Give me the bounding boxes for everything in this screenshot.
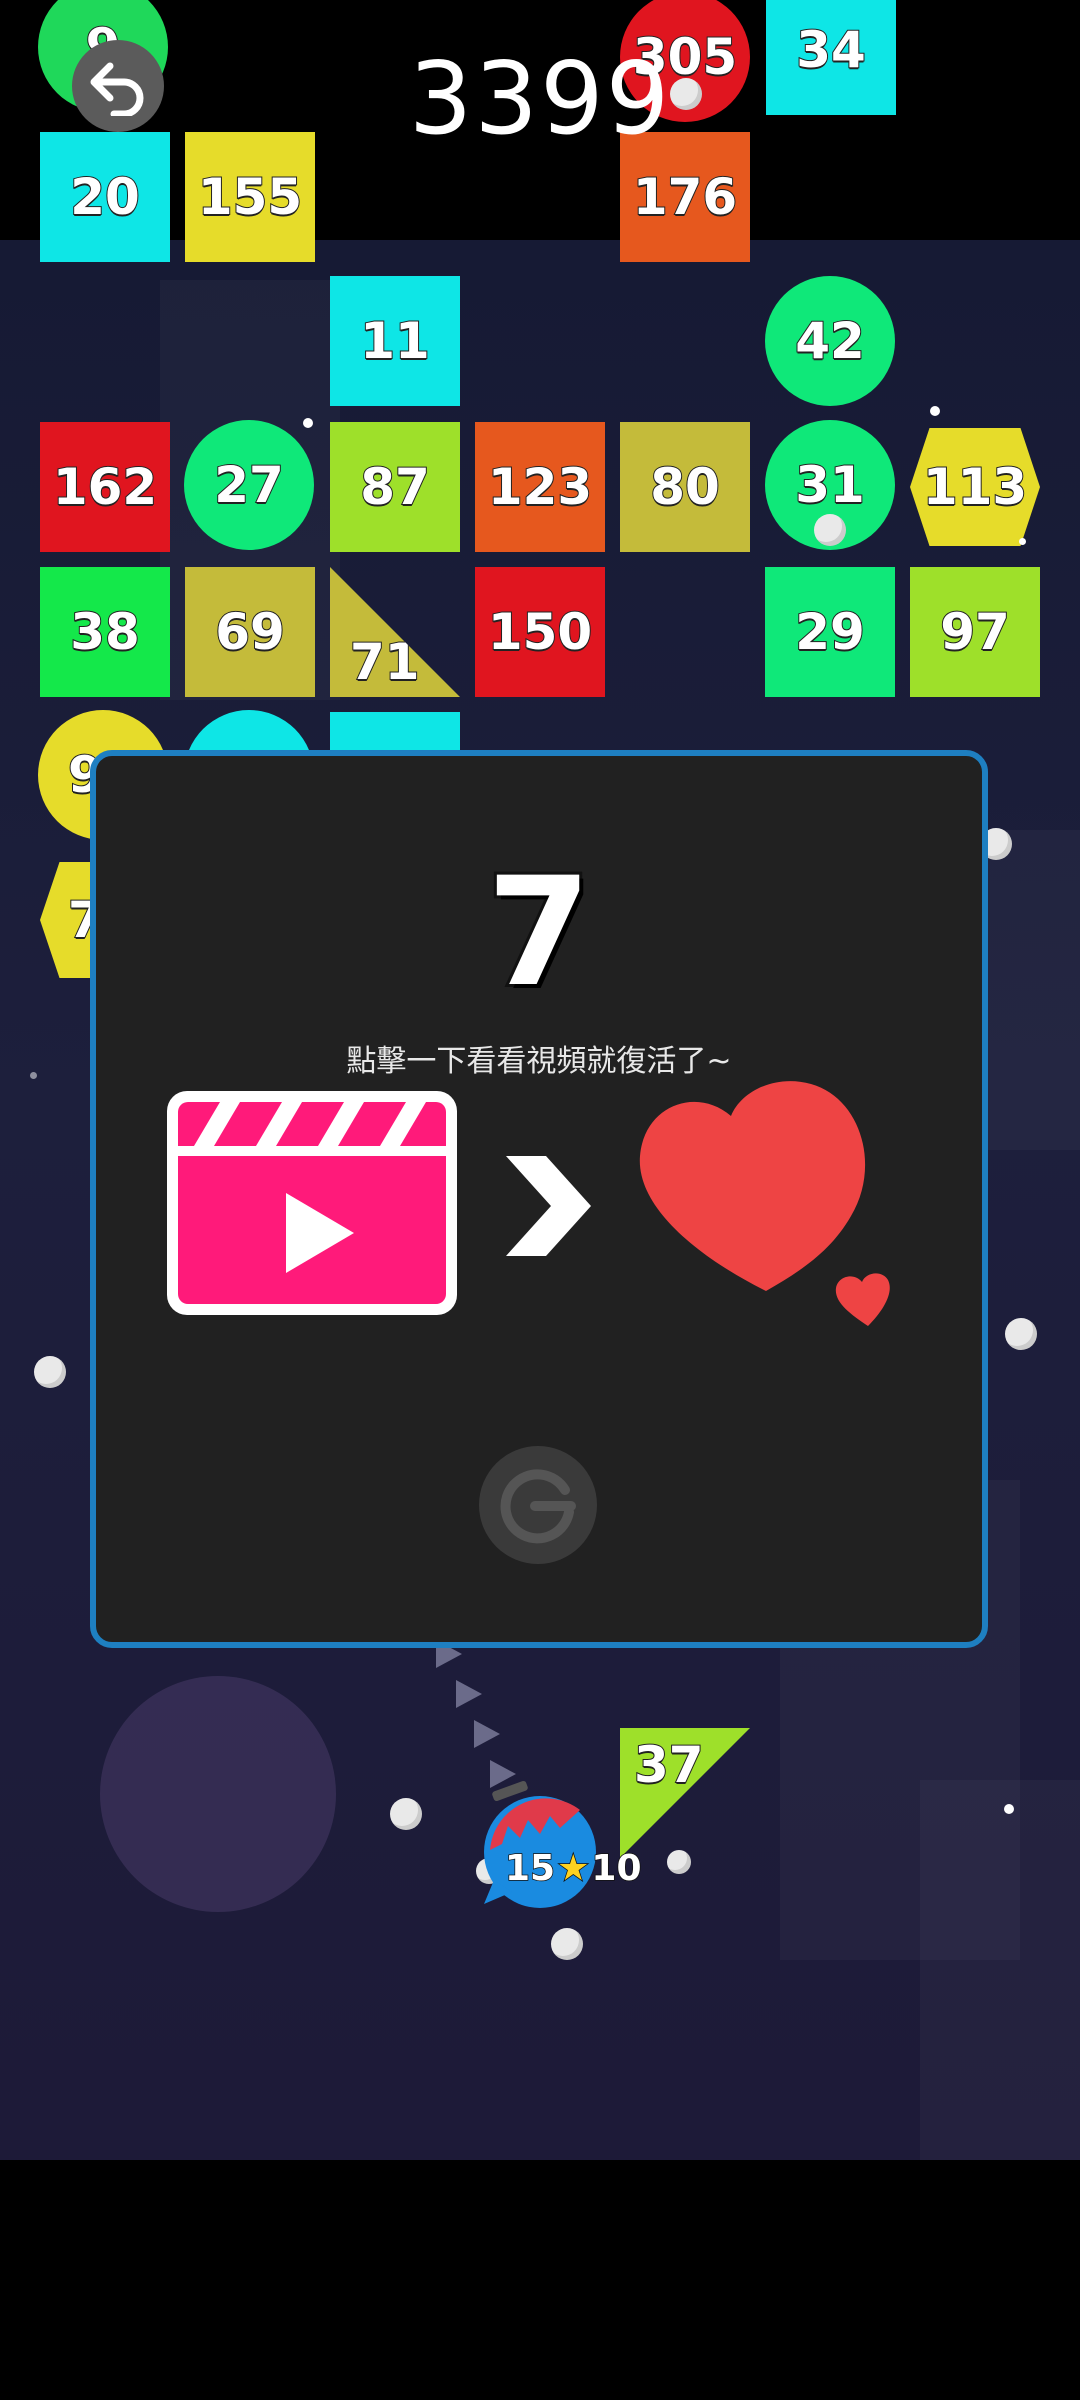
ball (551, 1928, 583, 1960)
star-dot (1019, 538, 1026, 545)
block-circle: 42 (765, 276, 895, 406)
block-square: 87 (330, 422, 460, 552)
block-circle: 27 (184, 420, 314, 550)
chevron-right-icon (506, 1156, 591, 1256)
block-square: 150 (475, 567, 605, 697)
block-square: 69 (185, 567, 315, 697)
star-dot (930, 406, 940, 416)
restart-icon (500, 1469, 576, 1544)
ball (814, 514, 846, 546)
block-value: 31 (794, 455, 866, 515)
video-clapper-icon[interactable] (164, 1088, 460, 1318)
countdown-number: 7 (484, 843, 594, 1023)
bottom-bar (0, 2160, 1080, 2400)
aim-arrow (456, 1680, 482, 1708)
block-square: 38 (40, 567, 170, 697)
block-square: 123 (475, 422, 605, 552)
block-value: 42 (794, 311, 866, 371)
block-value: 176 (632, 167, 738, 227)
block-hexagon: 113 (910, 428, 1040, 546)
block-square: 97 (910, 567, 1040, 697)
block-value: 20 (69, 167, 141, 227)
block-value: 11 (359, 311, 431, 371)
aim-arrow (474, 1720, 500, 1748)
heart-icon (639, 1081, 890, 1326)
star-icon: ★ (556, 1847, 590, 1890)
block-square: 29 (765, 567, 895, 697)
back-arrow-icon (90, 62, 144, 116)
block-value: 37 (633, 1735, 705, 1795)
block-value: 71 (349, 632, 421, 692)
block-triangle: 71 (330, 567, 460, 697)
ball-count-right: 10 (591, 1847, 643, 1890)
block-value: 27 (213, 455, 285, 515)
ball (1005, 1318, 1037, 1350)
block-value: 113 (922, 457, 1028, 517)
block-value: 38 (69, 602, 141, 662)
star-dot (30, 1072, 37, 1079)
block-value: 123 (487, 457, 593, 517)
block-value: 87 (359, 457, 431, 517)
restart-button[interactable] (479, 1446, 597, 1564)
revive-dialog: 7 點擊一下看看視頻就復活了~ (90, 750, 988, 1648)
star-dot (303, 418, 313, 428)
block-square: 11 (330, 276, 460, 406)
block-value: 80 (649, 457, 721, 517)
block-value: 162 (52, 457, 158, 517)
block-value: 150 (487, 602, 593, 662)
block-square: 162 (40, 422, 170, 552)
block-value: 97 (939, 602, 1011, 662)
back-button[interactable] (72, 40, 164, 132)
ball (34, 1356, 66, 1388)
ball-count: 15★10 (504, 1847, 643, 1890)
block-value: 69 (214, 602, 286, 662)
ball (667, 1850, 691, 1874)
star-dot (1004, 1804, 1014, 1814)
ball-count-left: 15 (504, 1847, 556, 1890)
player-shooter (484, 1780, 596, 1908)
ball (390, 1798, 422, 1830)
block-triangle: 37 (620, 1728, 750, 1858)
revive-instruction: 點擊一下看看視頻就復活了~ (346, 1044, 732, 1079)
block-value: 29 (794, 602, 866, 662)
joystick[interactable] (100, 1676, 336, 1912)
block-value: 155 (197, 167, 303, 227)
block-square: 80 (620, 422, 750, 552)
